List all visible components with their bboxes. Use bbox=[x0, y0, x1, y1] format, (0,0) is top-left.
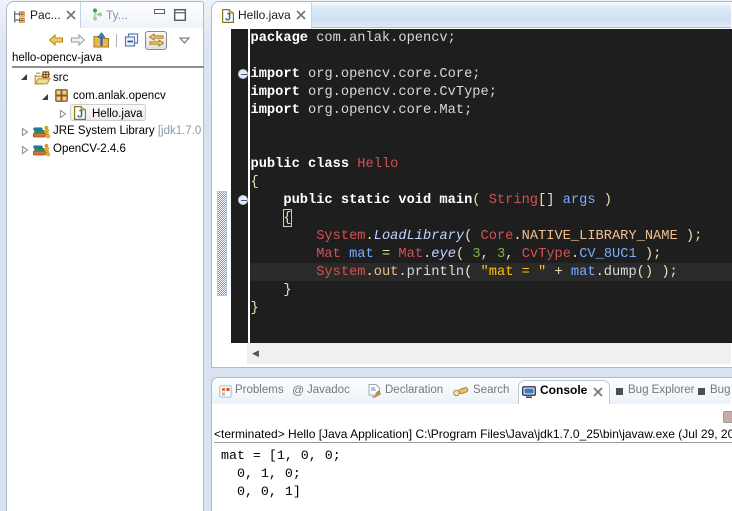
svg-text:J: J bbox=[225, 12, 231, 24]
svg-text:J: J bbox=[77, 108, 83, 120]
